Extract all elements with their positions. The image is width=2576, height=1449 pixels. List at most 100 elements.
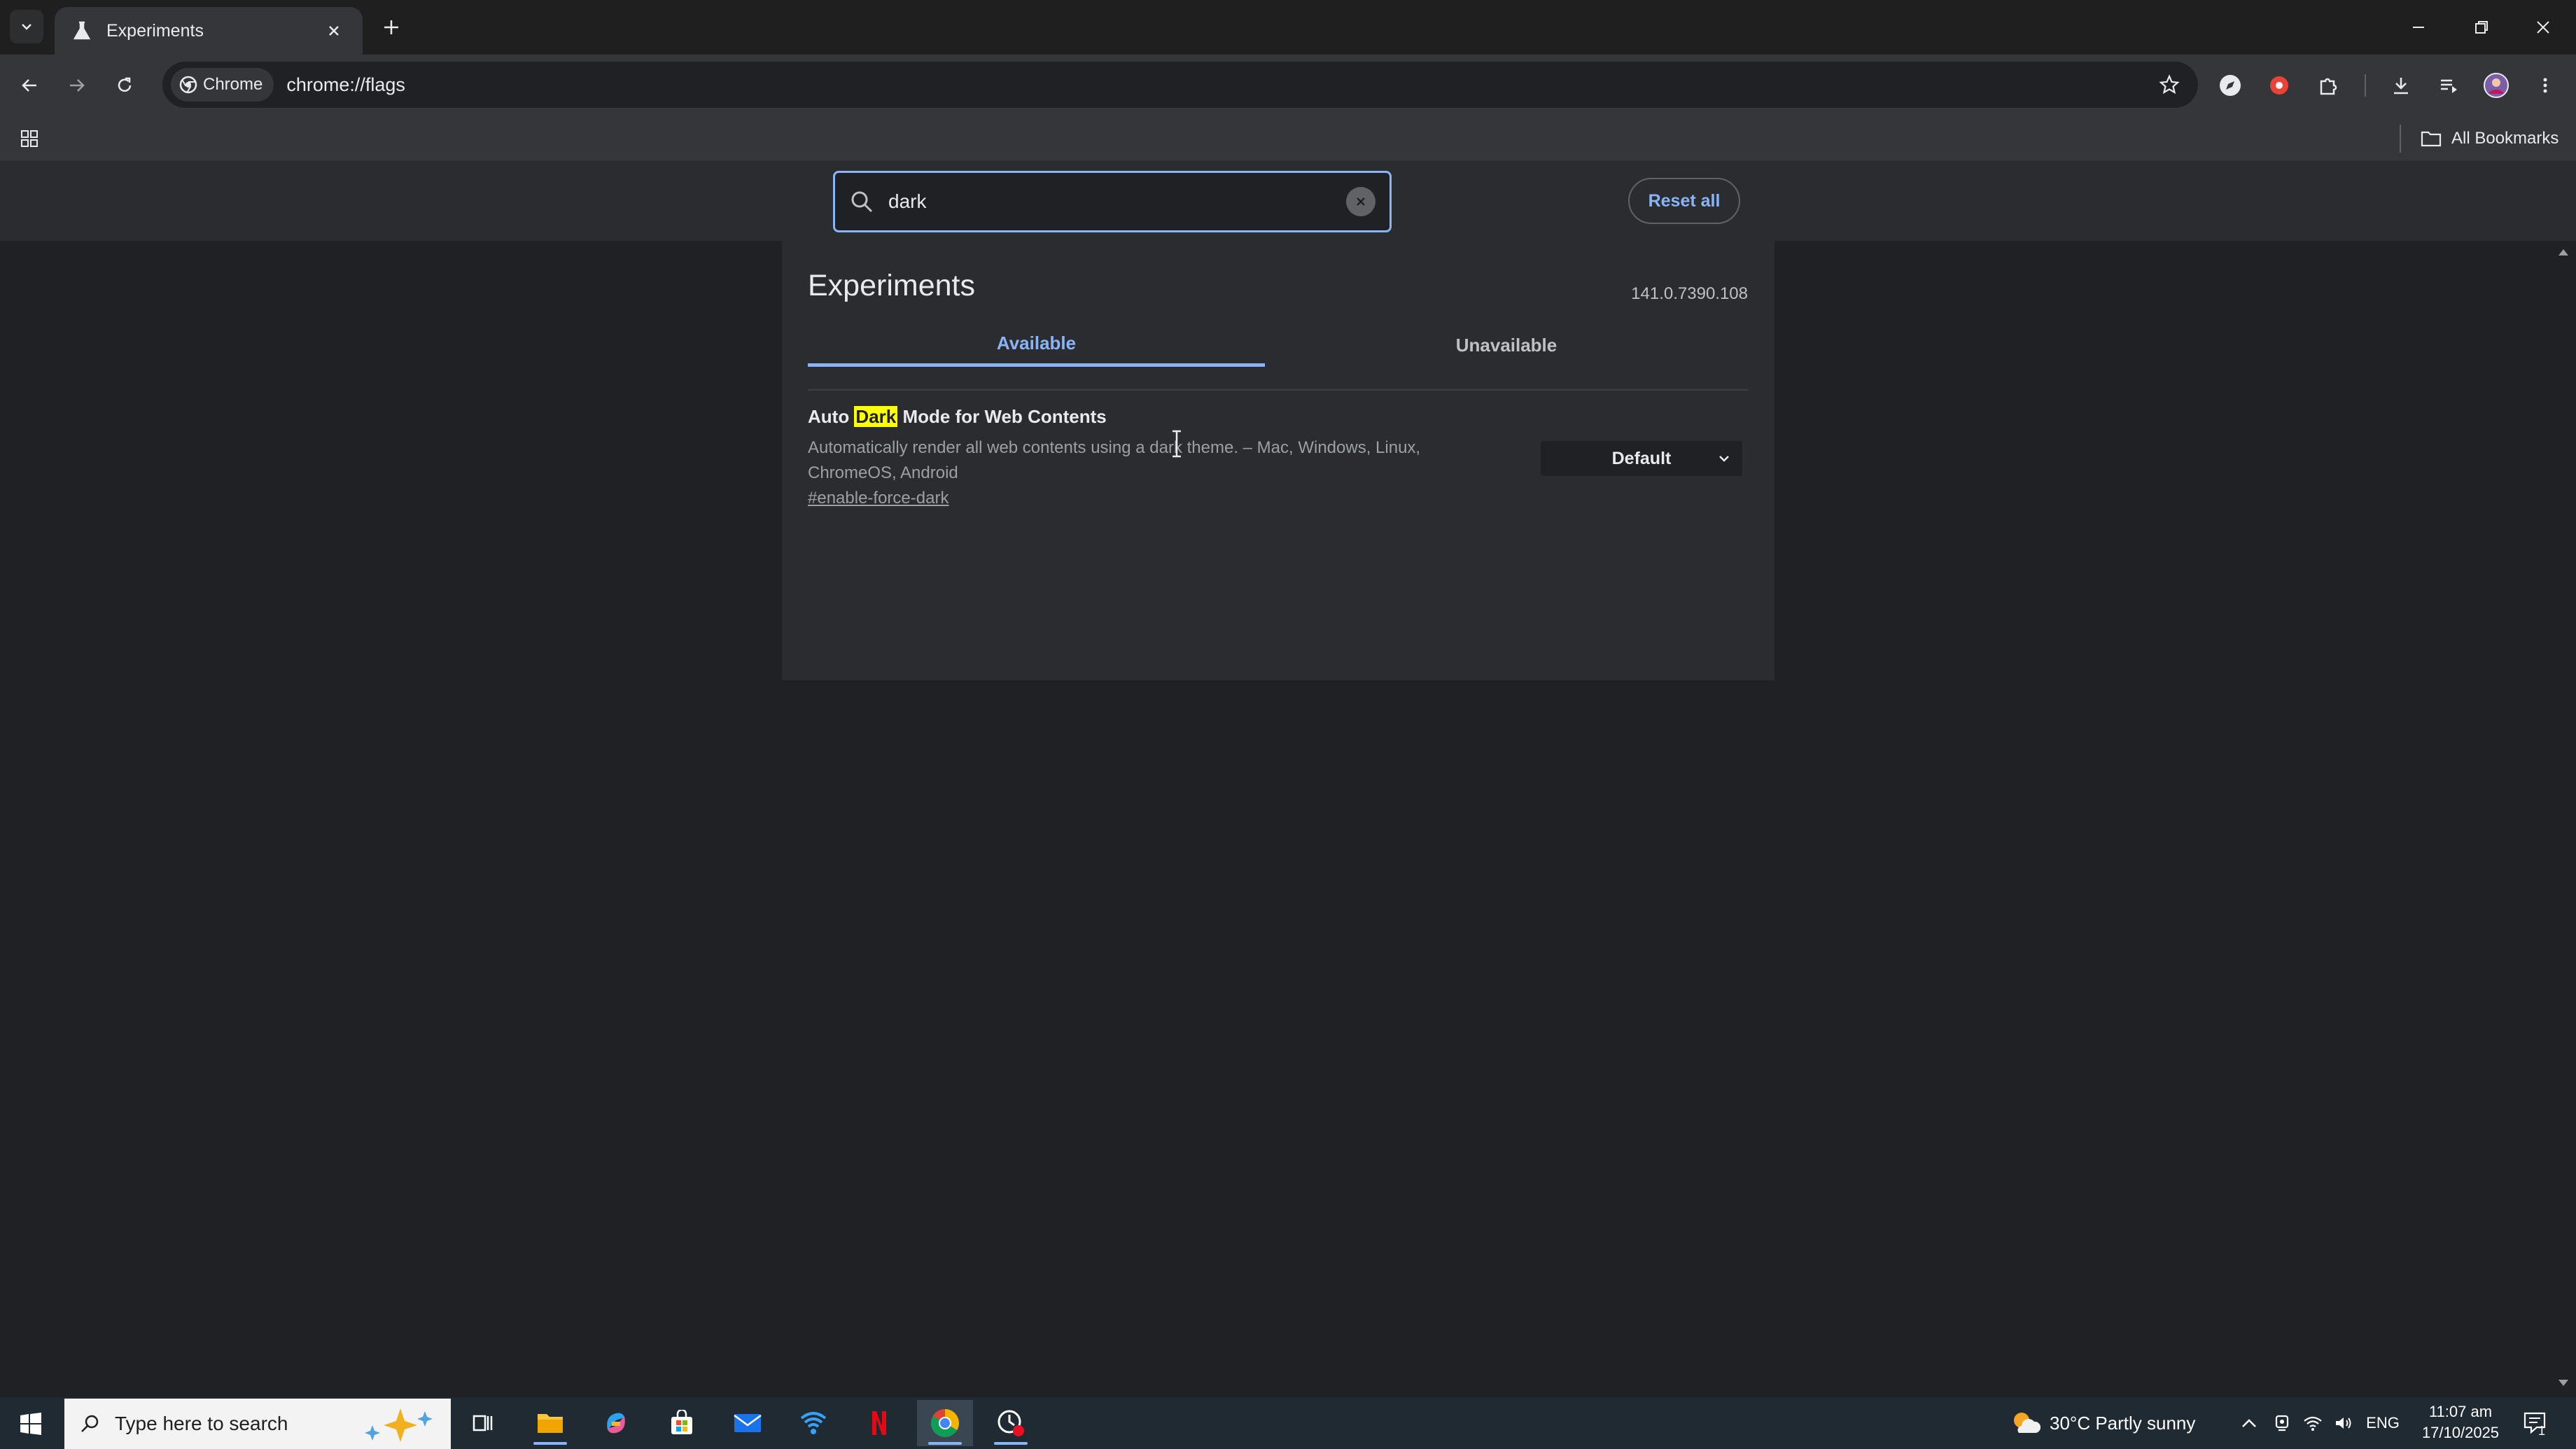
bookmarks-divider [2400, 125, 2401, 153]
all-bookmarks-label: All Bookmarks [2451, 129, 2559, 148]
flag-state-value: Default [1611, 448, 1672, 468]
media-controls-button[interactable] [2430, 67, 2467, 104]
page-title: Experiments [808, 269, 975, 302]
chrome-app[interactable] [917, 1400, 973, 1446]
downloads-button[interactable] [2383, 67, 2419, 104]
menu-button[interactable] [2527, 67, 2563, 104]
reload-button[interactable] [106, 67, 143, 104]
arrow-left-icon [22, 79, 36, 92]
tab-available[interactable]: Available [808, 323, 1265, 367]
flag-title-prefix: Auto [808, 406, 855, 427]
grid-icon [21, 130, 38, 147]
new-tab-button[interactable] [375, 11, 407, 43]
media-queue-icon [2441, 79, 2457, 93]
flag-title-suffix: Mode for Web Contents [897, 406, 1107, 427]
clock-time: 11:07 am [2428, 1403, 2493, 1420]
profile-avatar[interactable] [2478, 67, 2514, 104]
avatar-icon [2484, 73, 2509, 98]
back-button[interactable] [11, 67, 48, 104]
folder-icon [538, 1414, 563, 1433]
wifi-app-icon [800, 1412, 827, 1434]
experiments-panel: Experiments 141.0.7390.108 Available Una… [782, 241, 1774, 680]
minimize-icon [2413, 27, 2424, 28]
flags-search-input[interactable] [888, 190, 1346, 213]
site-info-chip[interactable]: Chrome [171, 68, 274, 102]
forward-button[interactable] [59, 67, 95, 104]
task-view-button[interactable] [455, 1400, 511, 1446]
language-indicator[interactable]: ENG [2362, 1407, 2404, 1439]
clear-icon [1357, 197, 1365, 206]
bookmark-star-button[interactable] [2155, 70, 2184, 99]
tab-unavailable[interactable]: Unavailable [1265, 323, 1748, 367]
minimize-button[interactable] [2394, 10, 2443, 45]
clock-date: 17/10/2025 [2421, 1424, 2500, 1441]
mail-app[interactable] [720, 1400, 776, 1446]
close-window-button[interactable] [2519, 10, 2568, 45]
arrow-right-icon [70, 79, 85, 92]
tab-strip: Experiments [0, 0, 2576, 55]
url-text[interactable]: chrome://flags [286, 74, 405, 96]
task-view-icon [472, 1415, 493, 1432]
restore-icon [2475, 21, 2488, 34]
file-explorer-app[interactable] [522, 1400, 578, 1446]
clock[interactable]: 11:07 am 17/10/2025 [2408, 1401, 2513, 1443]
apps-button[interactable] [14, 123, 45, 154]
netflix-app[interactable] [851, 1400, 907, 1446]
netflix-icon [872, 1411, 886, 1435]
notifications-button[interactable]: 1 [2517, 1406, 2554, 1441]
extensions-button[interactable] [2310, 67, 2346, 104]
search-icon [81, 1415, 99, 1432]
start-button[interactable] [10, 1403, 52, 1445]
speaker-icon [2336, 1418, 2351, 1429]
close-tab-icon[interactable] [322, 19, 346, 43]
bookmarks-bar: All Bookmarks [0, 115, 2576, 162]
address-bar[interactable]: Chrome chrome://flags [162, 62, 2198, 108]
microsoft-store-app[interactable] [654, 1400, 710, 1446]
reset-all-button[interactable]: Reset all [1628, 178, 1740, 224]
tabs-divider [808, 389, 1748, 391]
notification-count: 1 [2538, 1424, 2546, 1438]
page-scrollbar[interactable] [2551, 241, 2576, 1397]
flags-search-box[interactable] [833, 171, 1392, 232]
webcam-icon [2275, 1415, 2289, 1432]
flag-state-select[interactable]: Default [1541, 441, 1742, 476]
toolbar-divider [2365, 74, 2366, 97]
text-cursor-icon [1172, 430, 1181, 458]
search-highlight: Dark [854, 406, 898, 427]
chevron-down-icon [1719, 456, 1729, 462]
chrome-logo-icon [931, 1409, 959, 1437]
download-icon [2394, 78, 2408, 94]
star-icon [2159, 74, 2180, 94]
weather-widget[interactable]: 30°C Partly sunny [2009, 1406, 2195, 1441]
network-tray[interactable] [2299, 1407, 2327, 1439]
mail-icon [734, 1414, 762, 1432]
scroll-down-icon [2558, 1380, 2568, 1386]
screen-recorder-app[interactable] [983, 1400, 1039, 1446]
tab-search-button[interactable] [10, 10, 43, 43]
folder-icon [2421, 131, 2442, 147]
tab-title: Experiments [106, 20, 204, 41]
network-app[interactable] [785, 1400, 841, 1446]
browser-tab-experiments[interactable]: Experiments [55, 7, 363, 55]
flag-permalink[interactable]: #enable-force-dark [808, 489, 948, 508]
windows-taskbar: Type here to search 30°C Partly sunny EN… [0, 1397, 2576, 1449]
volume-tray[interactable] [2330, 1407, 2358, 1439]
extension-red-button[interactable] [2261, 67, 2297, 104]
meet-now-tray[interactable] [2268, 1407, 2296, 1439]
copilot-app[interactable] [588, 1400, 644, 1446]
taskbar-search[interactable]: Type here to search [64, 1399, 451, 1449]
show-hidden-icons-button[interactable] [2233, 1407, 2265, 1439]
all-bookmarks-button[interactable]: All Bookmarks [2421, 122, 2558, 155]
flags-header: Reset all [0, 162, 2576, 241]
chrome-logo-icon [179, 76, 197, 94]
clear-search-button[interactable] [1346, 187, 1376, 216]
record-icon [2270, 76, 2288, 94]
version-label: 141.0.7390.108 [1631, 284, 1748, 303]
kebab-menu-icon [2543, 78, 2547, 93]
scroll-up-icon [2558, 249, 2568, 255]
weather-label: 30°C Partly sunny [2050, 1412, 2196, 1434]
profile-manager-button[interactable] [2212, 67, 2248, 104]
flag-title: Auto Dark Mode for Web Contents [808, 406, 1107, 428]
restore-button[interactable] [2457, 10, 2506, 45]
chevron-down-icon [22, 24, 31, 30]
